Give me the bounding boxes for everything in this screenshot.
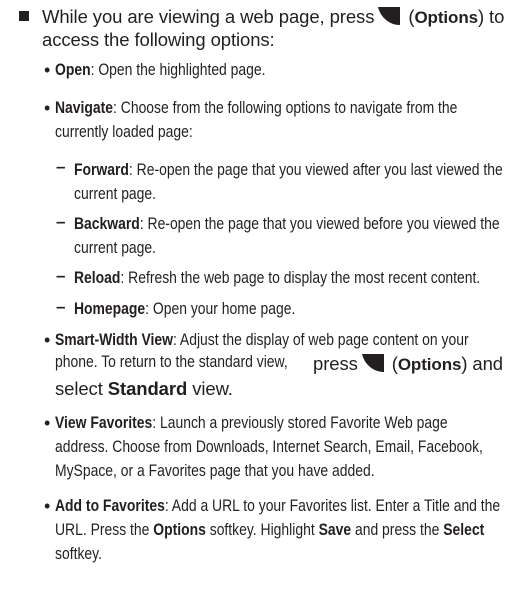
add-options: Options [153,521,206,539]
smart-options: Options [397,355,462,374]
item-forward-2: current page. [74,185,156,204]
desc-homepage: : Open your home page. [145,300,296,318]
left-softkey-icon [378,7,401,25]
desc-backward-1: : Re-open the page that you viewed befor… [139,215,500,233]
smart-select: select [55,378,103,399]
item-add-3: softkey. [55,545,102,564]
item-smart-2: phone. To return to the standard view, [55,353,326,372]
desc-smart-1: : Adjust the display of web page content… [172,331,469,349]
term-add: Add to Favorites [55,497,165,515]
bullet-marker: • [44,496,51,516]
term-backward: Backward [74,215,140,233]
manual-page: While you are viewing a web page, press(… [0,0,528,609]
item-add: Add to Favorites: Add a URL to your Favo… [55,497,500,516]
desc-favorites-2: address. Choose from Downloads, Internet… [55,438,483,456]
smart-view: view. [192,378,233,399]
intro-text-end: ) to [477,6,505,27]
bullet-marker: • [44,60,51,80]
desc-favorites-3: MySpace, or a Favorites page that you ha… [55,462,375,480]
add-save: Save [318,521,352,539]
item-smart-2b: press (Options) and [313,352,503,375]
left-softkey-icon [361,354,384,372]
term-favorites: View Favorites [55,414,153,432]
add-select: Select [443,521,485,539]
term-smart: Smart-Width View [55,331,173,349]
desc-add-2b: softkey. Highlight [209,521,315,539]
item-add-2: URL. Press the Options softkey. Highligh… [55,521,484,540]
term-open: Open [55,61,91,79]
item-homepage: Homepage: Open your home page. [74,300,295,319]
bullet-marker: • [44,413,51,433]
desc-add-2a: URL. Press the [55,521,150,539]
intro-text-2: access the following options: [42,29,275,50]
intro-options: Options [414,8,478,27]
item-navigate: Navigate: Choose from the following opti… [55,99,457,118]
intro-text: While you are viewing a web page, press [42,6,375,27]
dash-marker: – [56,297,66,316]
item-favorites: View Favorites: Launch a previously stor… [55,414,448,433]
item-backward-2: current page. [74,239,156,258]
desc-navigate-1: : Choose from the following options to n… [113,99,458,117]
item-reload: Reload: Refresh the web page to display … [74,269,480,288]
desc-forward-2: current page. [74,185,157,203]
item-smart-3: select Standard view. [55,378,233,400]
square-bullet-icon [19,11,29,21]
dash-marker: – [56,266,66,285]
intro-line-1: While you are viewing a web page, press(… [42,5,504,28]
desc-smart-2: phone. To return to the standard view, [55,353,288,371]
term-homepage: Homepage [74,300,146,318]
term-forward: Forward [74,161,129,179]
item-smart: Smart-Width View: Adjust the display of … [55,331,469,350]
dash-marker: – [56,157,66,176]
desc-reload: : Refresh the web page to display the mo… [120,269,481,287]
smart-standard: Standard [107,378,188,399]
desc-forward-1: : Re-open the page that you viewed after… [128,161,503,179]
desc-navigate-2: currently loaded page: [55,123,193,141]
desc-add-3: softkey. [55,545,102,563]
desc-add-1: : Add a URL to your Favorites list. Ente… [164,497,501,515]
item-forward: Forward: Re-open the page that you viewe… [74,161,503,180]
bullet-marker: • [44,330,51,350]
term-reload: Reload [74,269,121,287]
desc-add-2c: and press the [354,521,440,539]
dash-marker: – [56,212,66,231]
bullet-marker: • [44,98,51,118]
desc-backward-2: current page. [74,239,157,257]
item-favorites-2: address. Choose from Downloads, Internet… [55,438,483,457]
smart-press: press [313,353,358,374]
desc-favorites-1: : Launch a previously stored Favorite We… [152,414,448,432]
term-navigate: Navigate [55,99,114,117]
desc-open: : Open the highlighted page. [90,61,266,79]
item-navigate-2: currently loaded page: [55,123,193,142]
smart-after: ) and [461,353,503,374]
intro-line-2: access the following options: [42,29,275,51]
item-favorites-3: MySpace, or a Favorites page that you ha… [55,462,375,481]
item-backward: Backward: Re-open the page that you view… [74,215,500,234]
item-open: Open: Open the highlighted page. [55,61,266,80]
